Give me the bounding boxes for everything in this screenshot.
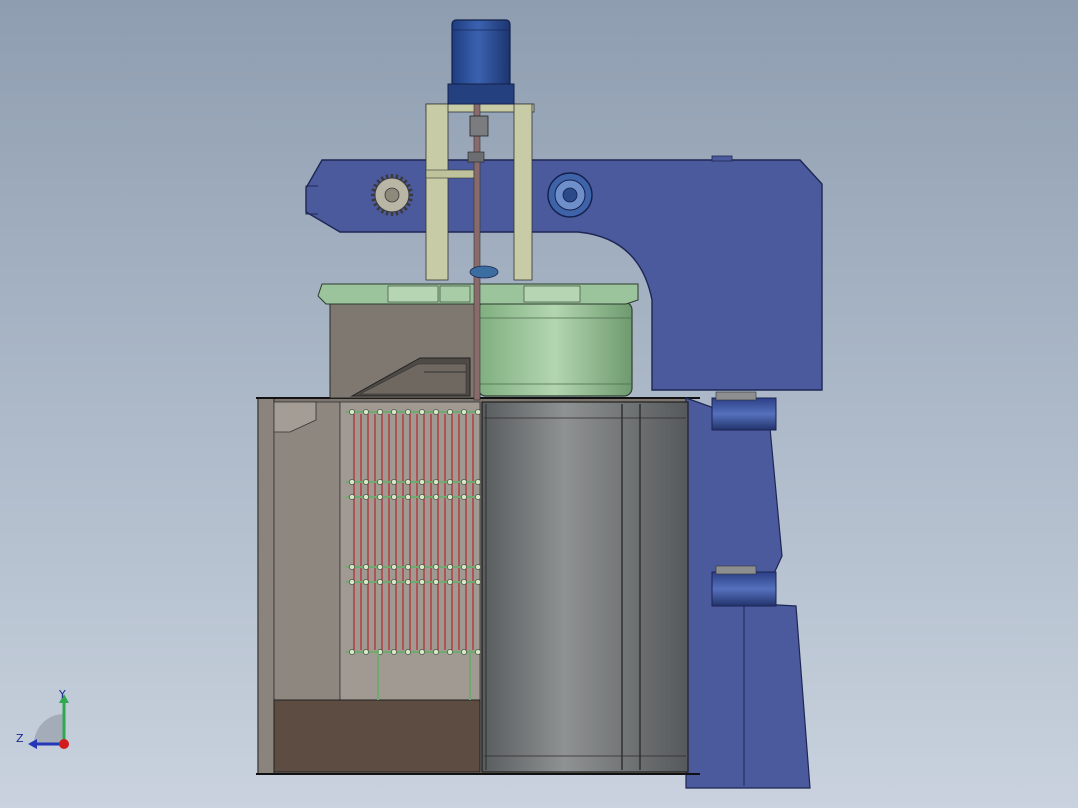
orientation-triad[interactable]: Y Z bbox=[12, 686, 82, 756]
electrode-rivet bbox=[475, 579, 481, 585]
electrode-rivet bbox=[391, 494, 397, 500]
electrode-rivet bbox=[475, 409, 481, 415]
electrode-rivet bbox=[461, 564, 467, 570]
electrode-rivet bbox=[363, 579, 369, 585]
electrode-rivet bbox=[377, 409, 383, 415]
electrode-rivet bbox=[475, 649, 481, 655]
electrode-rivet bbox=[405, 564, 411, 570]
electrode-rivet bbox=[419, 479, 425, 485]
triad-plane-shading bbox=[34, 714, 64, 744]
electrode-rivet bbox=[433, 494, 439, 500]
electrode-rivet bbox=[349, 409, 355, 415]
electrode-rivet bbox=[377, 579, 383, 585]
electrode-rivet bbox=[461, 409, 467, 415]
metal-cylinder[interactable] bbox=[481, 401, 689, 773]
electrode-rivet bbox=[461, 579, 467, 585]
electrode-rivet bbox=[391, 409, 397, 415]
electrode-rivet bbox=[377, 494, 383, 500]
electrode-rivet bbox=[433, 564, 439, 570]
electrode-rivet bbox=[363, 479, 369, 485]
electrode-rivet bbox=[433, 649, 439, 655]
electrode-rivet bbox=[433, 579, 439, 585]
electrode-rivet bbox=[447, 649, 453, 655]
electrode-rivet bbox=[391, 564, 397, 570]
column-bushing-upper[interactable] bbox=[711, 391, 777, 431]
bearing-housing[interactable] bbox=[547, 172, 593, 218]
electrode-rivet bbox=[349, 564, 355, 570]
electrode-rivet bbox=[349, 579, 355, 585]
electrode-rivet bbox=[475, 494, 481, 500]
graphics-viewport[interactable]: Y Z bbox=[0, 0, 1078, 808]
electrode-rivet bbox=[363, 649, 369, 655]
electrode-rivet bbox=[349, 479, 355, 485]
electrode-rivet bbox=[405, 649, 411, 655]
cad-model-assembly[interactable] bbox=[0, 0, 1078, 808]
electrode-rivet bbox=[405, 494, 411, 500]
electrode-rivet bbox=[475, 479, 481, 485]
electrode-rivet bbox=[377, 479, 383, 485]
electrode-rivet bbox=[433, 409, 439, 415]
electrode-rivet bbox=[405, 579, 411, 585]
electrode-rivet bbox=[391, 579, 397, 585]
electrode-rivet bbox=[391, 649, 397, 655]
electrode-rivet bbox=[433, 479, 439, 485]
electrode-rivet bbox=[363, 494, 369, 500]
electrode-rivet bbox=[447, 479, 453, 485]
electrode-rivet bbox=[447, 494, 453, 500]
column-bushing-lower[interactable] bbox=[711, 565, 777, 607]
z-axis-arrowhead bbox=[28, 739, 37, 749]
electrode-rivet bbox=[475, 564, 481, 570]
electrode-rivet bbox=[419, 494, 425, 500]
electrode-rivet bbox=[419, 409, 425, 415]
electrode-rivet bbox=[405, 409, 411, 415]
upper-hopper[interactable] bbox=[329, 303, 481, 399]
electrode-rivet bbox=[405, 479, 411, 485]
electrode-rivet bbox=[419, 579, 425, 585]
electrode-rivet bbox=[447, 579, 453, 585]
electrode-rivet bbox=[363, 564, 369, 570]
electrode-rivet bbox=[349, 494, 355, 500]
x-axis-point bbox=[59, 739, 69, 749]
gear-hub bbox=[384, 187, 400, 203]
electrode-rivet bbox=[349, 649, 355, 655]
electrode-rivet bbox=[419, 649, 425, 655]
electrode-rivet bbox=[391, 479, 397, 485]
electrode-rivet bbox=[363, 409, 369, 415]
electrode-rivet bbox=[447, 409, 453, 415]
electrode-rivet bbox=[447, 564, 453, 570]
drive-gear[interactable] bbox=[371, 174, 413, 216]
z-axis-label: Z bbox=[16, 732, 24, 745]
rotating-drum[interactable] bbox=[477, 301, 633, 397]
electrode-rivet bbox=[461, 494, 467, 500]
electric-motor[interactable] bbox=[447, 19, 515, 105]
electrode-rivet bbox=[377, 564, 383, 570]
y-axis-label: Y bbox=[58, 688, 66, 701]
electrode-rivet bbox=[461, 649, 467, 655]
electrode-rivet bbox=[461, 479, 467, 485]
electrode-rivet bbox=[419, 564, 425, 570]
